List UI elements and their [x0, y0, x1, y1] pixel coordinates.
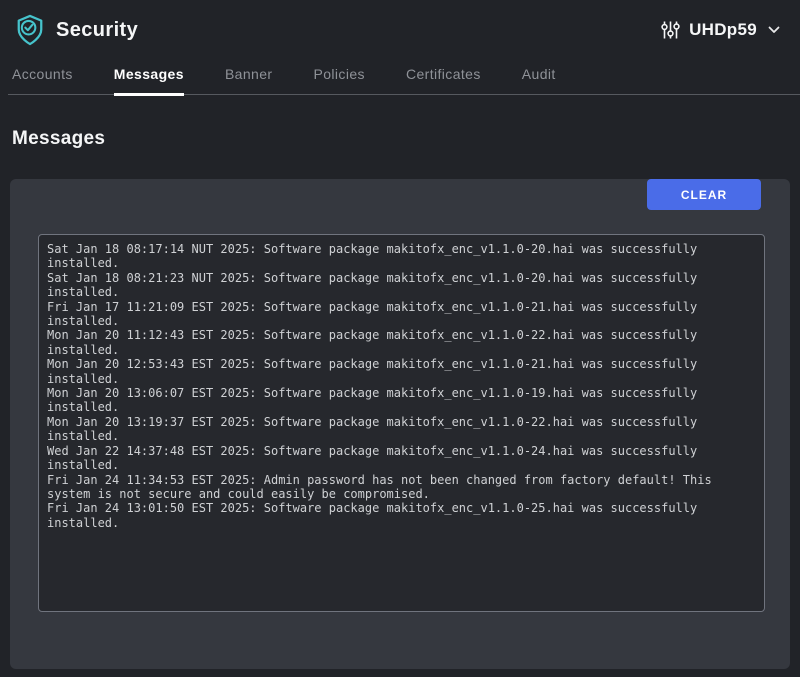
messages-panel: CLEAR [10, 179, 790, 669]
clear-button[interactable]: CLEAR [647, 179, 761, 210]
chevron-down-icon [768, 26, 780, 34]
tab-messages[interactable]: Messages [114, 60, 184, 94]
tab-certificates[interactable]: Certificates [406, 60, 481, 94]
tab-accounts[interactable]: Accounts [12, 60, 73, 94]
tab-banner[interactable]: Banner [225, 60, 273, 94]
security-shield-icon [15, 14, 45, 46]
device-selector-dropdown[interactable]: UHDp59 [661, 20, 780, 40]
sliders-icon [661, 20, 680, 40]
app-header: Security UHDp59 [0, 0, 800, 60]
section-heading: Messages [12, 128, 800, 150]
tab-policies[interactable]: Policies [313, 60, 364, 94]
messages-log[interactable] [38, 234, 765, 612]
page-title: Security [56, 19, 138, 42]
device-name-label: UHDp59 [689, 20, 757, 40]
tab-audit[interactable]: Audit [522, 60, 556, 94]
tabs-bar: Accounts Messages Banner Policies Certif… [8, 60, 800, 95]
